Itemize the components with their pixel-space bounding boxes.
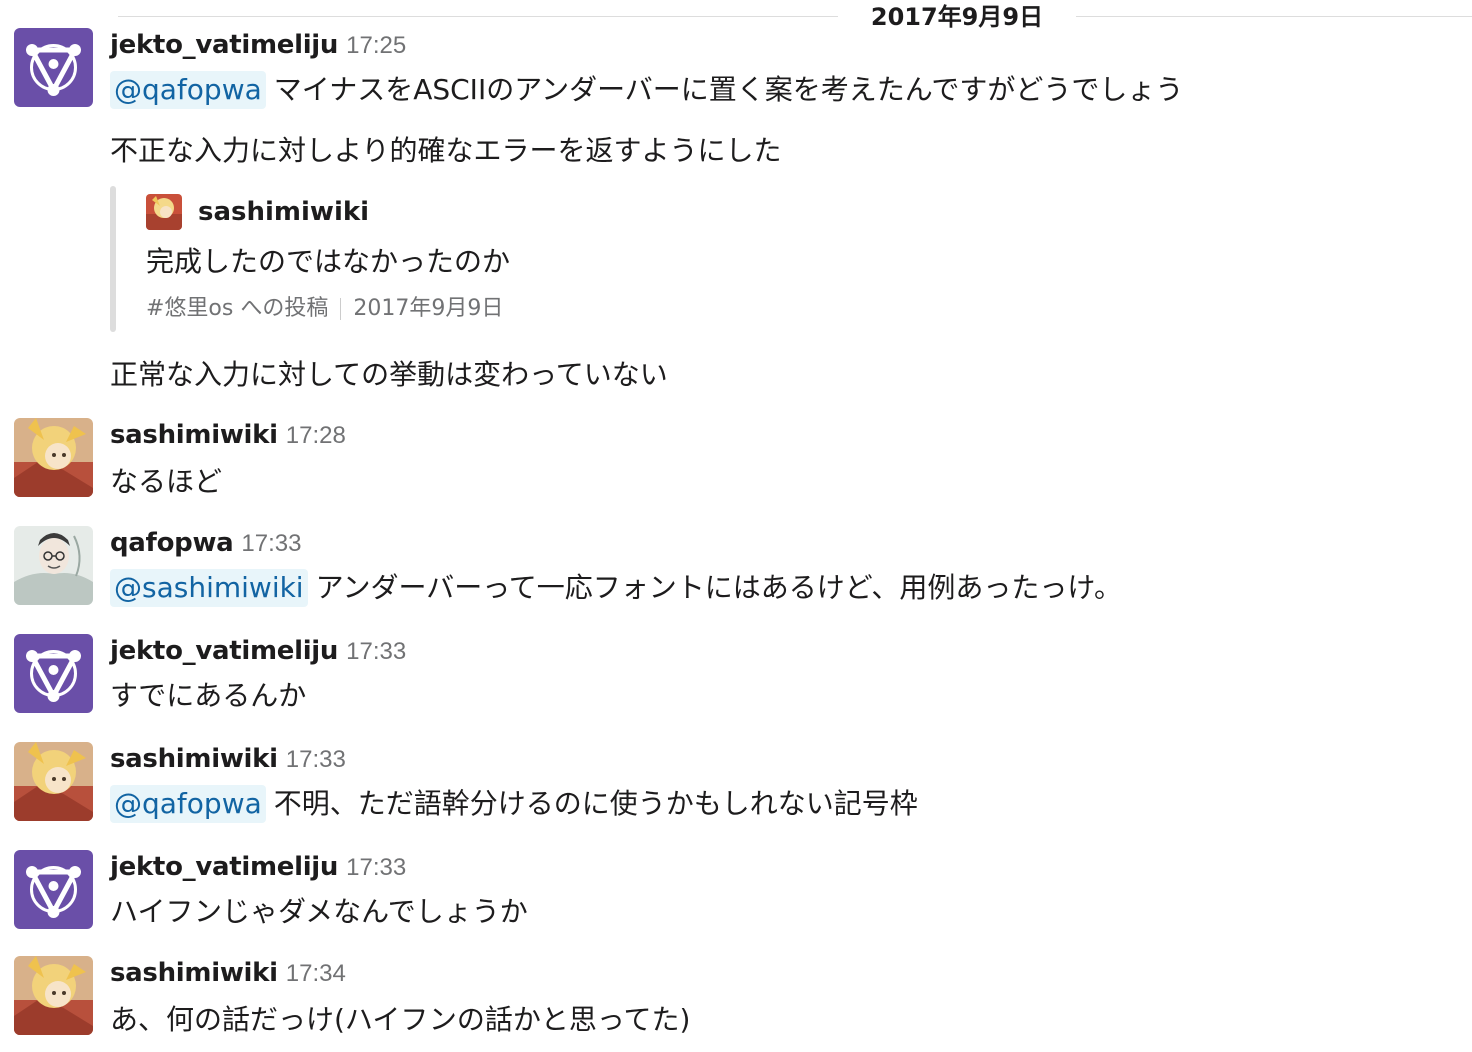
quote-footer: #悠里os への投稿 2017年9月9日 bbox=[146, 294, 503, 324]
avatar[interactable] bbox=[14, 742, 93, 821]
quote-author[interactable]: sashimiwiki bbox=[198, 192, 369, 232]
avatar[interactable] bbox=[14, 850, 93, 929]
message: sashimiwiki 17:28 なるほど bbox=[0, 418, 1472, 508]
username[interactable]: jekto_vatimeliju bbox=[110, 636, 338, 666]
message-text: @sashimiwiki アンダーバーって一応フォントにはあるけど、用例あったっけ… bbox=[110, 568, 1122, 608]
avatar[interactable] bbox=[14, 634, 93, 713]
username[interactable]: qafopwa bbox=[110, 528, 234, 558]
message-text: なるほど bbox=[110, 465, 223, 498]
message-text: 不正な入力に対しより的確なエラーを返すようにした bbox=[110, 134, 782, 167]
message: qafopwa 17:33 @sashimiwiki アンダーバーって一応フォントに… bbox=[0, 526, 1472, 616]
purple-triangle-logo-icon bbox=[14, 850, 93, 929]
anime-character-avatar-icon bbox=[14, 956, 93, 1035]
message-text: あ、何の話だっけ(ハイフンの話かと思ってた) bbox=[110, 1003, 691, 1036]
anime-character-avatar-icon bbox=[14, 742, 93, 821]
message-text: @qafopwa 不明、ただ語幹分けるのに使うかもしれない記号枠 bbox=[110, 784, 918, 824]
message: sashimiwiki 17:34 あ、何の話だっけ(ハイフンの話かと思ってた) bbox=[0, 956, 1472, 1046]
purple-triangle-logo-icon bbox=[14, 634, 93, 713]
message-header: jekto_vatimeliju 17:33 bbox=[110, 850, 406, 884]
message-body: アンダーバーって一応フォントにはあるけど、用例あったっけ。 bbox=[315, 571, 1122, 604]
username[interactable]: sashimiwiki bbox=[110, 958, 278, 988]
message: jekto_vatimeliju 17:33 すでにあるんか bbox=[0, 634, 1472, 724]
footer-separator bbox=[340, 298, 342, 320]
message-header: jekto_vatimeliju 17:33 bbox=[110, 634, 406, 668]
quote-source-link[interactable]: #悠里os への投稿 bbox=[146, 296, 328, 321]
avatar[interactable] bbox=[14, 418, 93, 497]
username[interactable]: sashimiwiki bbox=[110, 420, 278, 450]
anime-character-avatar-icon bbox=[14, 418, 93, 497]
message-text: 正常な入力に対しての挙動は変わっていない bbox=[110, 358, 668, 391]
message-header: sashimiwiki 17:28 bbox=[110, 418, 346, 452]
message: sashimiwiki 17:33 @qafopwa 不明、ただ語幹分けるのに使うか… bbox=[0, 742, 1472, 832]
timestamp[interactable]: 17:33 bbox=[346, 638, 406, 665]
message: jekto_vatimeliju 17:33 ハイフンじゃダメなんでしょうか bbox=[0, 850, 1472, 940]
message-header: sashimiwiki 17:34 bbox=[110, 956, 346, 990]
avatar[interactable] bbox=[14, 526, 93, 605]
quote-date[interactable]: 2017年9月9日 bbox=[353, 296, 503, 321]
purple-triangle-logo-icon bbox=[14, 28, 93, 107]
avatar[interactable] bbox=[14, 28, 93, 107]
user-mention[interactable]: @qafopwa bbox=[110, 785, 266, 823]
quote-bar bbox=[110, 186, 116, 332]
message-header: qafopwa 17:33 bbox=[110, 526, 301, 560]
timestamp[interactable]: 17:34 bbox=[286, 960, 346, 987]
avatar[interactable] bbox=[14, 956, 93, 1035]
quote-text: 完成したのではなかったのか bbox=[146, 245, 511, 278]
timestamp[interactable]: 17:33 bbox=[286, 746, 346, 773]
user-mention[interactable]: @sashimiwiki bbox=[110, 569, 308, 607]
message-header: sashimiwiki 17:33 bbox=[110, 742, 346, 776]
sketch-portrait-avatar-icon bbox=[14, 526, 93, 605]
message-text: すでにあるんか bbox=[110, 679, 307, 712]
message-body: 不明、ただ語幹分けるのに使うかもしれない記号枠 bbox=[273, 787, 918, 820]
timestamp[interactable]: 17:33 bbox=[241, 530, 301, 557]
quote-avatar[interactable] bbox=[146, 194, 182, 230]
message-text: @qafopwa マイナスをASCIIのアンダーバーに置く案を考えたんですがどうで… bbox=[110, 70, 1183, 110]
message: jekto_vatimeliju 17:25 @qafopwa マイナスをASCII… bbox=[0, 28, 1472, 398]
user-mention[interactable]: @qafopwa bbox=[110, 71, 266, 109]
username[interactable]: sashimiwiki bbox=[110, 744, 278, 774]
timestamp[interactable]: 17:25 bbox=[346, 32, 406, 59]
divider-line bbox=[1076, 16, 1472, 17]
username[interactable]: jekto_vatimeliju bbox=[110, 30, 338, 60]
message-text: ハイフンじゃダメなんでしょうか bbox=[110, 895, 528, 928]
message-header: jekto_vatimeliju 17:25 bbox=[110, 28, 406, 62]
quoted-message: sashimiwiki 完成したのではなかったのか #悠里os への投稿 2017… bbox=[110, 186, 710, 332]
anime-character-avatar-icon bbox=[146, 194, 182, 230]
timestamp[interactable]: 17:33 bbox=[346, 854, 406, 881]
message-body: マイナスをASCIIのアンダーバーに置く案を考えたんですがどうでしょう bbox=[273, 73, 1184, 106]
timestamp[interactable]: 17:28 bbox=[286, 422, 346, 449]
divider-line bbox=[118, 16, 838, 17]
username[interactable]: jekto_vatimeliju bbox=[110, 852, 338, 882]
